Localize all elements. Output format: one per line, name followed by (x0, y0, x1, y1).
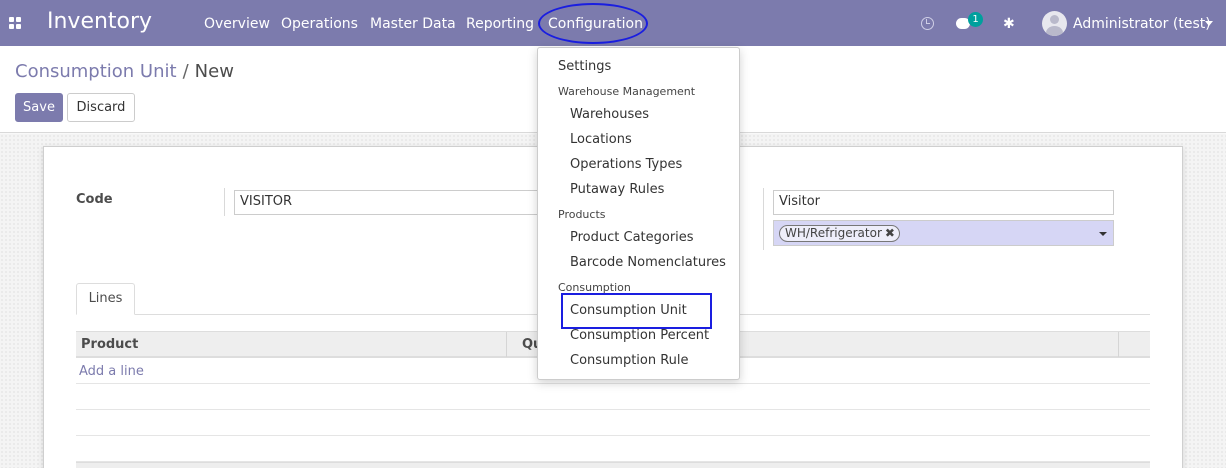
app-name[interactable]: Inventory (47, 9, 152, 34)
location-tags-field[interactable]: WH/Refrigerator ✖ (773, 220, 1114, 246)
chat-badge: 1 (968, 12, 983, 27)
table-row (76, 436, 1150, 462)
breadcrumb-current: New (194, 61, 234, 82)
menu-item-consumption-rule[interactable]: Consumption Rule (570, 353, 689, 368)
dropdown-caret-icon[interactable] (1099, 232, 1107, 236)
top-navbar: Inventory Overview Operations Master Dat… (0, 0, 1226, 46)
location-tag-label: WH/Refrigerator (785, 226, 882, 240)
table-row (76, 384, 1150, 410)
menu-item-barcode-nomenclatures[interactable]: Barcode Nomenclatures (570, 255, 726, 270)
menu-operations[interactable]: Operations (281, 16, 358, 32)
configuration-highlight-circle (538, 3, 648, 44)
discard-button[interactable]: Discard (67, 93, 135, 122)
menu-item-putaway-rules[interactable]: Putaway Rules (570, 182, 664, 197)
menu-item-settings[interactable]: Settings (558, 59, 611, 74)
menu-item-operations-types[interactable]: Operations Types (570, 157, 682, 172)
save-button[interactable]: Save (15, 93, 63, 122)
menu-master-data[interactable]: Master Data (370, 16, 456, 32)
tab-lines[interactable]: Lines (76, 283, 135, 315)
user-name[interactable]: Administrator (test) (1073, 16, 1211, 32)
table-row (76, 410, 1150, 436)
add-line-link[interactable]: Add a line (79, 364, 144, 379)
name-input[interactable]: Visitor (773, 190, 1114, 215)
breadcrumb: Consumption Unit / New (15, 61, 234, 82)
field-divider (224, 188, 225, 216)
menu-item-product-categories[interactable]: Product Categories (570, 230, 694, 245)
column-separator (506, 332, 507, 357)
tag-remove-icon[interactable]: ✖ (885, 226, 895, 240)
menu-item-warehouses[interactable]: Warehouses (570, 107, 649, 122)
column-separator (1118, 332, 1119, 357)
location-tag: WH/Refrigerator ✖ (779, 225, 900, 242)
column-product[interactable]: Product (81, 337, 138, 352)
avatar-icon[interactable] (1042, 11, 1067, 36)
clock-icon[interactable] (921, 17, 934, 30)
menu-header-warehouse-management: Warehouse Management (558, 85, 696, 98)
apps-grid-icon[interactable] (9, 17, 21, 29)
table-footer (76, 462, 1150, 468)
menu-item-consumption-percent[interactable]: Consumption Percent (570, 328, 709, 343)
breadcrumb-parent[interactable]: Consumption Unit (15, 61, 177, 82)
caret-down-icon[interactable] (1205, 21, 1213, 26)
consumption-unit-highlight-box (561, 293, 712, 329)
bug-icon[interactable]: ✱ (1003, 16, 1015, 32)
breadcrumb-separator: / (182, 61, 189, 82)
code-label: Code (76, 192, 113, 207)
menu-item-locations[interactable]: Locations (570, 132, 632, 147)
code-input[interactable]: VISITOR (234, 190, 544, 215)
field-divider (763, 188, 764, 250)
menu-overview[interactable]: Overview (204, 16, 270, 32)
menu-header-products: Products (558, 208, 606, 221)
menu-reporting[interactable]: Reporting (466, 16, 534, 32)
